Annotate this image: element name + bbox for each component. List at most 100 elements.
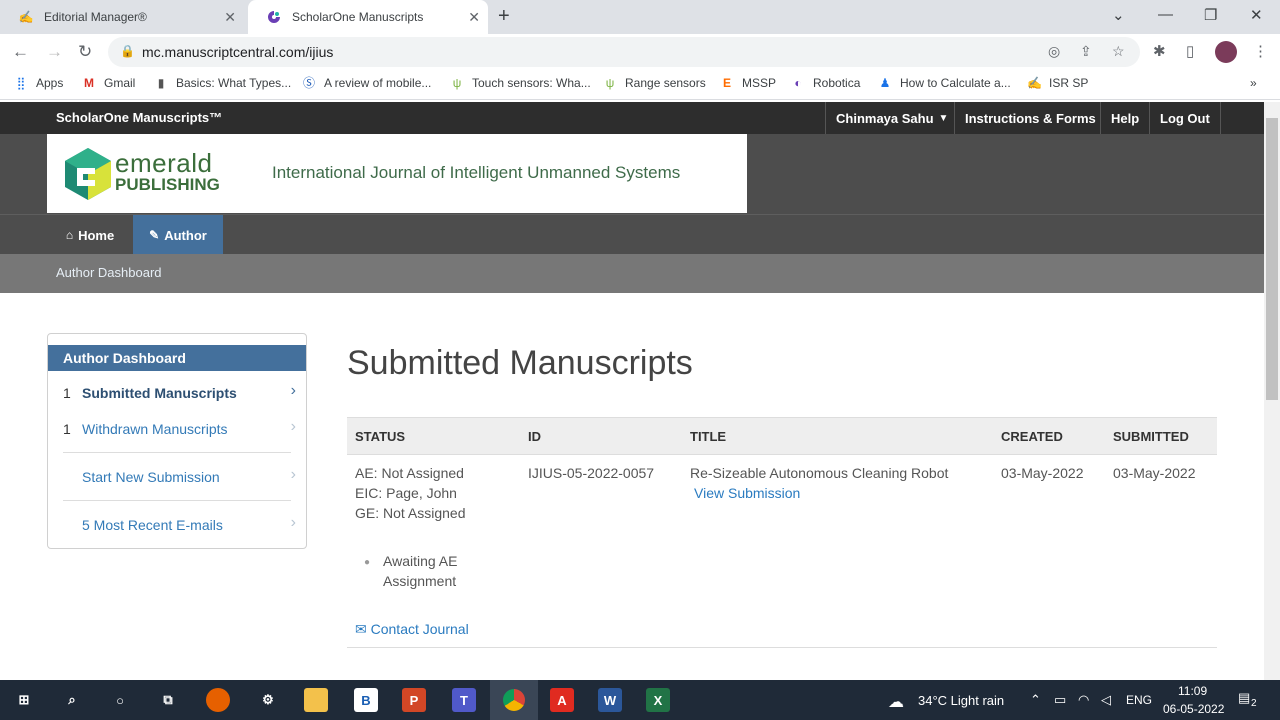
sidebar-heading: Author Dashboard	[48, 345, 306, 371]
close-window-button[interactable]: ✕	[1250, 6, 1263, 24]
page-icon: ▮	[157, 76, 165, 90]
clock-date[interactable]: 06-05-2022	[1163, 702, 1224, 716]
profile-avatar[interactable]	[1215, 41, 1237, 63]
semantic-scholar-icon: Ⓢ	[302, 76, 315, 90]
em-icon: ✍	[1027, 76, 1042, 90]
table-header: STATUS ID TITLE CREATED SUBMITTED	[347, 417, 1217, 455]
extensions-icon[interactable]: ✱	[1153, 42, 1166, 60]
status-ge: GE: Not Assigned	[355, 505, 466, 521]
tab-scholarone[interactable]: ScholarOne Manuscripts ✕	[248, 0, 488, 34]
bookmark-basics[interactable]: ▮ Basics: What Types...	[154, 76, 291, 90]
sidebar-item-recent-emails[interactable]: 5 Most Recent E-mails ›	[48, 507, 306, 543]
reload-icon[interactable]: ↻	[78, 42, 92, 62]
table-divider	[347, 647, 1217, 648]
task-view-icon[interactable]: ⧉	[156, 688, 180, 712]
chevron-right-icon: ›	[290, 466, 296, 483]
chevron-right-icon: ›	[290, 382, 296, 399]
bookmark-star-icon[interactable]: ☆	[1112, 43, 1125, 60]
bookmarks-bar: ⣿ Apps M Gmail ▮ Basics: What Types... Ⓢ A r…	[0, 70, 1280, 100]
col-submitted: SUBMITTED	[1113, 429, 1189, 444]
tray-chevron-icon[interactable]: ⌃	[1030, 692, 1041, 708]
view-submission-link[interactable]: View Submission	[694, 483, 800, 503]
bookmark-apps[interactable]: ⣿ Apps	[14, 76, 64, 90]
pencil-icon: ✎	[149, 228, 160, 242]
weather-text[interactable]: 34°C Light rain	[918, 693, 1004, 708]
bookmark-range-sensors[interactable]: ψ Range sensors	[603, 76, 706, 90]
bookmark-touch-sensors[interactable]: ψ Touch sensors: Wha...	[450, 76, 591, 90]
close-tab-icon[interactable]: ✕	[224, 9, 236, 26]
status-ae: AE: Not Assigned	[355, 465, 464, 481]
instructions-forms-link[interactable]: Instructions & Forms	[954, 102, 1106, 134]
stage-line1: Awaiting AE	[383, 553, 458, 569]
minimize-button[interactable]: —	[1158, 6, 1173, 23]
tab-home[interactable]: ⌂ Home	[47, 215, 133, 255]
powerpoint-icon[interactable]: P	[402, 688, 426, 712]
sidebar-item-submitted[interactable]: 1 Submitted Manuscripts ›	[48, 375, 306, 411]
file-explorer-icon[interactable]	[304, 688, 328, 712]
tab-search-icon[interactable]: ⌄	[1112, 6, 1125, 24]
logout-link[interactable]: Log Out	[1149, 102, 1221, 134]
acrobat-icon[interactable]: A	[550, 688, 574, 712]
share-icon[interactable]: ⇪	[1080, 43, 1092, 60]
tab-editorial-manager[interactable]: ✍ Editorial Manager® ✕	[0, 0, 244, 34]
menu-kebab-icon[interactable]: ⋮	[1253, 42, 1268, 60]
wifi-icon[interactable]: ◠	[1078, 692, 1089, 708]
restore-button[interactable]: ❐	[1204, 6, 1217, 24]
col-title: TITLE	[690, 429, 727, 444]
new-tab-button[interactable]: +	[498, 5, 510, 28]
col-id: ID	[528, 429, 541, 444]
em-icon: ✍	[18, 10, 34, 24]
url-text[interactable]: mc.manuscriptcentral.com/ijius	[142, 44, 333, 60]
bookmark-calculate[interactable]: ♟ How to Calculate a...	[878, 76, 1011, 90]
brand-title[interactable]: ScholarOne Manuscripts™	[56, 110, 222, 125]
user-menu[interactable]: Chinmaya Sahu ▼	[825, 102, 958, 134]
back-icon[interactable]: ←	[12, 42, 29, 62]
notification-count: 2	[1251, 698, 1257, 709]
bookmark-gmail[interactable]: M Gmail	[82, 76, 135, 90]
chrome-taskbar-button[interactable]	[490, 680, 538, 720]
windows-start-icon[interactable]: ⊞	[12, 688, 36, 712]
home-icon: ⌂	[65, 228, 74, 242]
cortana-icon[interactable]: ○	[108, 688, 132, 712]
person-icon: ♟	[879, 76, 891, 90]
status-eic: EIC: Page, John	[355, 485, 457, 501]
scrollbar-thumb[interactable]	[1266, 118, 1278, 400]
teams-icon[interactable]: T	[452, 688, 476, 712]
bookmark-robotica[interactable]: ◐ Robotica	[791, 76, 860, 90]
main-menu: ⌂ Home ✎ Author	[0, 214, 1264, 255]
scholarone-icon: ◐	[794, 76, 802, 90]
tab-author[interactable]: ✎ Author	[133, 215, 223, 255]
firefox-icon[interactable]	[206, 688, 230, 712]
side-panel-icon[interactable]: ▯	[1186, 42, 1194, 60]
chevron-right-icon: ›	[290, 418, 296, 435]
logo-text-publishing: PUBLISHING	[115, 175, 220, 194]
battery-icon[interactable]: ▭	[1054, 692, 1066, 708]
more-bookmarks-icon[interactable]: »	[1250, 76, 1257, 90]
forward-icon[interactable]: →	[46, 42, 63, 62]
language-indicator[interactable]: ENG	[1126, 693, 1152, 707]
sidebar-item-withdrawn[interactable]: 1 Withdrawn Manuscripts ›	[48, 411, 306, 447]
tracking-icon[interactable]: ◎	[1048, 43, 1060, 60]
bookmark-review[interactable]: Ⓢ A review of mobile...	[302, 76, 431, 90]
leaf-icon: ψ	[452, 76, 462, 90]
settings-gear-icon[interactable]: ⚙	[256, 688, 280, 712]
divider	[63, 452, 291, 453]
word-icon[interactable]: W	[598, 688, 622, 712]
logo-area[interactable]: emerald PUBLISHING International Journal…	[47, 134, 747, 213]
notification-icon[interactable]: ▤	[1238, 690, 1250, 706]
page-title: Submitted Manuscripts	[347, 344, 693, 382]
address-bar[interactable]: 🔒 mc.manuscriptcentral.com/ijius ◎ ⇪ ☆	[108, 37, 1140, 67]
lock-icon[interactable]: 🔒	[120, 44, 135, 58]
excel-icon[interactable]: X	[646, 688, 670, 712]
volume-icon[interactable]: ◁	[1101, 692, 1111, 708]
search-icon[interactable]: ⌕	[60, 688, 84, 712]
close-tab-icon[interactable]: ✕	[468, 9, 480, 26]
breadcrumb-author-dashboard[interactable]: Author Dashboard	[56, 265, 162, 280]
help-link[interactable]: Help	[1100, 102, 1149, 134]
bookmark-mssp[interactable]: E MSSP	[720, 76, 776, 90]
app-icon[interactable]: B	[354, 688, 378, 712]
clock-time[interactable]: 11:09	[1178, 684, 1207, 698]
bookmark-isr-sp[interactable]: ✍ ISR SP	[1027, 76, 1088, 90]
contact-journal-link[interactable]: ✉ Contact Journal	[355, 619, 469, 639]
sidebar-item-new-submission[interactable]: Start New Submission ›	[48, 459, 306, 495]
